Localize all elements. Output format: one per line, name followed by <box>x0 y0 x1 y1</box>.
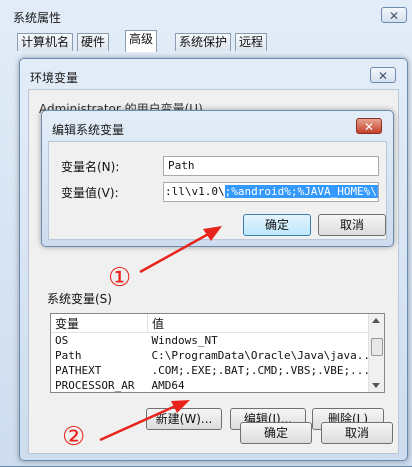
scroll-down-icon[interactable] <box>372 383 380 388</box>
variable-value-selected-text: ;%android%;%JAVA_HOME%\bin <box>224 185 378 198</box>
tab-hardware[interactable]: 硬件 <box>77 33 110 51</box>
variable-name-label: 变量名(N): <box>61 160 120 174</box>
table-row[interactable]: PATHEXT .COM;.EXE;.BAT;.CMD;.VBS;.VBE;..… <box>51 363 384 378</box>
edit-dialog-body: 变量名(N): Path 变量值(V): :ll\v1.0\;%android%… <box>48 141 387 240</box>
table-row[interactable]: PROCESSOR_AR AMD64 <box>51 378 384 392</box>
close-icon: ✕ <box>388 9 400 23</box>
variable-value-unselected-text: :ll\v1.0\ <box>165 185 225 198</box>
variable-value: Windows_NT <box>151 334 218 347</box>
tab-advanced[interactable]: 高级 <box>125 30 158 52</box>
variable-name: Path <box>55 349 82 362</box>
table-row[interactable]: OS Windows_NT <box>51 333 384 349</box>
table-header-row: 变量 值 <box>51 314 384 333</box>
annotation-marker-2: ② <box>62 422 86 452</box>
vertical-scrollbar[interactable] <box>368 314 384 392</box>
tab-system-protection[interactable]: 系统保护 <box>175 33 232 51</box>
system-variables-table: 变量 值 OS Windows_NT Path C:\ProgramData\O… <box>51 314 384 392</box>
variable-value: .COM;.EXE;.BAT;.CMD;.VBS;.VBE;.... <box>151 364 377 377</box>
variable-value: C:\ProgramData\Oracle\Java\java... <box>151 349 377 362</box>
variable-name: PATHEXT <box>55 364 102 377</box>
close-icon: ✕ <box>377 69 389 83</box>
tab-computer-name[interactable]: 计算机名 <box>17 33 74 51</box>
variable-name-field[interactable]: Path <box>163 156 379 176</box>
annotation-marker-1: ① <box>108 263 132 293</box>
edit-cancel-button[interactable]: 取消 <box>318 214 386 236</box>
close-icon: ✕ <box>363 120 375 134</box>
system-properties-title: 系统属性 <box>13 11 62 25</box>
system-variables-label: 系统变量(S) <box>47 292 112 306</box>
new-variable-button[interactable]: 新建(W)... <box>146 408 222 430</box>
column-header-variable[interactable]: 变量 <box>51 314 148 333</box>
variable-value: AMD64 <box>151 379 185 392</box>
environment-ok-button[interactable]: 确定 <box>240 422 312 444</box>
scroll-up-icon[interactable] <box>372 318 380 323</box>
environment-variables-title: 环境变量 <box>30 71 79 85</box>
variable-name: OS <box>55 334 69 347</box>
edit-ok-button[interactable]: 确定 <box>243 214 311 236</box>
system-variables-list[interactable]: 变量 值 OS Windows_NT Path C:\ProgramData\O… <box>50 313 385 393</box>
variable-value-field[interactable]: :ll\v1.0\;%android%;%JAVA_HOME%\bin <box>163 182 379 202</box>
variable-value-label: 变量值(V): <box>61 186 119 200</box>
table-row[interactable]: Path C:\ProgramData\Oracle\Java\java... <box>51 348 384 363</box>
edit-system-variable-dialog: 编辑系统变量 ✕ 变量名(N): Path 变量值(V): :ll\v1.0\;… <box>41 110 394 247</box>
edit-system-variable-title: 编辑系统变量 <box>52 123 125 137</box>
variable-name: PROCESSOR_AR <box>55 379 135 392</box>
system-properties-close-button[interactable]: ✕ <box>381 7 407 23</box>
edit-dialog-close-button[interactable]: ✕ <box>356 118 382 134</box>
environment-variables-close-button[interactable]: ✕ <box>370 67 396 83</box>
scroll-thumb[interactable] <box>371 338 383 356</box>
tab-remote[interactable]: 远程 <box>235 33 268 51</box>
column-header-value[interactable]: 值 <box>147 314 384 333</box>
variable-name-value: Path <box>168 159 195 172</box>
environment-cancel-button[interactable]: 取消 <box>321 422 393 444</box>
